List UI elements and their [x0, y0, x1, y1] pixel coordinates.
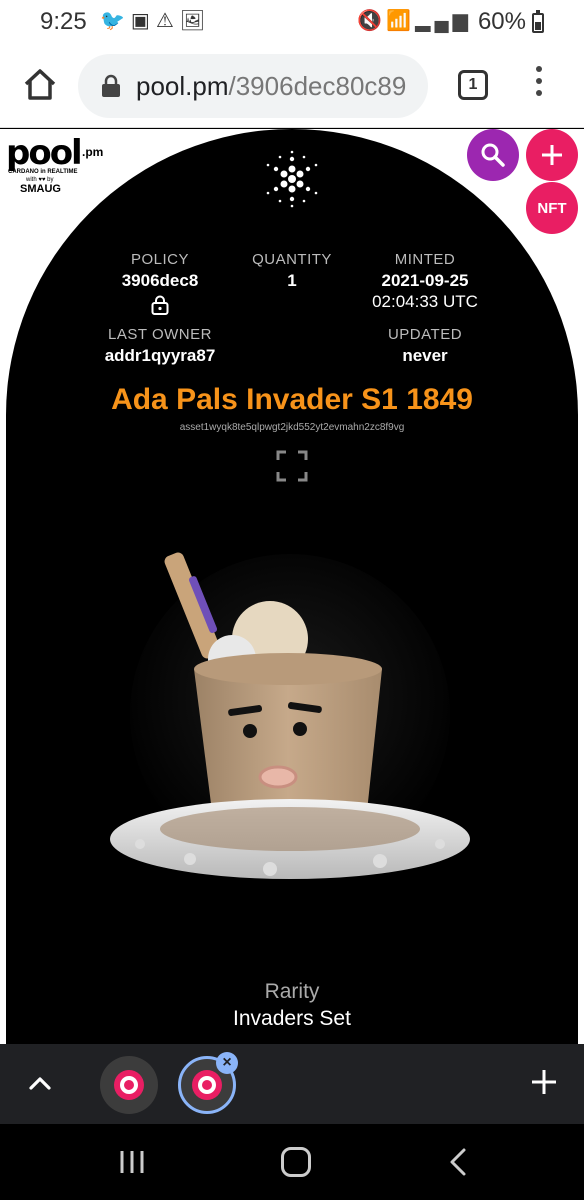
- signal-icon: ▂▄▆: [415, 10, 472, 32]
- url-path: /3906dec80c89: [228, 71, 407, 101]
- logo-partner: SMAUG: [20, 183, 61, 195]
- favicon-icon: [114, 1070, 144, 1100]
- plus-icon: [542, 145, 562, 165]
- back-icon[interactable]: [446, 1146, 470, 1178]
- updated-block: UPDATED never: [355, 326, 495, 366]
- owner-block: LAST OWNER addr1qyyra87: [80, 326, 240, 366]
- fullscreen-icon[interactable]: [276, 450, 308, 482]
- owner-value[interactable]: addr1qyyra87: [80, 345, 240, 366]
- home-nav-button[interactable]: [281, 1147, 311, 1177]
- page-content: pool .pm CARDANO in REALTIME with ♥♥ by …: [0, 129, 584, 1044]
- twitter-icon: 🐦: [100, 10, 131, 32]
- updated-label: UPDATED: [387, 326, 463, 343]
- policy-label: POLICY: [130, 251, 190, 268]
- policy-block: POLICY 3906dec8: [90, 251, 230, 315]
- tab-thumbnail[interactable]: [100, 1056, 158, 1114]
- owner-label: LAST OWNER: [108, 326, 212, 343]
- url-text: pool.pm/3906dec80c89: [136, 71, 406, 102]
- status-bar: 9:25 🐦▣⚠🖼 🔇📶▂▄▆ 60%: [0, 0, 584, 42]
- padlock-icon: [151, 295, 169, 315]
- favicon-icon: [192, 1070, 222, 1100]
- nft-image: [110, 552, 470, 879]
- policy-value[interactable]: 3906dec8: [90, 270, 230, 291]
- site-logo[interactable]: pool .pm CARDANO in REALTIME with ♥♥ by …: [6, 133, 116, 201]
- mute-icon: 🔇: [357, 10, 387, 32]
- quantity-label: QUANTITY: [252, 251, 332, 268]
- battery-icon: [532, 10, 544, 33]
- lock-icon: [102, 74, 120, 97]
- twitch-icon: ▣: [130, 10, 156, 32]
- minted-time: 02:04:33 UTC: [372, 292, 478, 311]
- image-icon: 🖼: [179, 10, 212, 32]
- add-button[interactable]: [526, 129, 578, 181]
- address-bar[interactable]: pool.pm/3906dec80c89: [78, 54, 428, 118]
- chevron-up-icon[interactable]: [26, 1070, 54, 1098]
- tab-strip: ×: [0, 1044, 584, 1124]
- status-time: 9:25: [40, 8, 87, 35]
- rarity-label: Rarity: [264, 980, 320, 1003]
- nft-button[interactable]: NFT: [526, 182, 578, 234]
- rarity-value: Invaders Set: [233, 1007, 351, 1030]
- quantity-block: QUANTITY 1: [232, 251, 352, 291]
- asset-title: Ada Pals Invader S1 1849: [111, 383, 473, 416]
- more-menu-icon[interactable]: [534, 66, 544, 102]
- minted-label: MINTED: [394, 251, 456, 268]
- home-icon[interactable]: [20, 64, 60, 104]
- url-domain: pool.pm: [136, 71, 229, 101]
- minted-date: 2021-09-25: [381, 271, 469, 290]
- battery-percent: 60%: [477, 8, 526, 35]
- search-button[interactable]: [467, 129, 519, 181]
- system-icons: 🔇📶▂▄▆: [357, 8, 472, 33]
- new-tab-icon[interactable]: [528, 1066, 560, 1098]
- logo-text: pool: [6, 133, 83, 173]
- logo-tagline: CARDANO in REALTIME: [8, 169, 78, 175]
- cardano-icon: [266, 150, 318, 208]
- browser-toolbar: pool.pm/3906dec80c89 1: [0, 42, 584, 128]
- wifi-icon: 📶: [386, 10, 416, 32]
- close-tab-icon[interactable]: ×: [216, 1052, 238, 1074]
- recent-apps-icon[interactable]: [118, 1148, 146, 1176]
- notification-icons: 🐦▣⚠🖼: [100, 8, 211, 33]
- search-icon: [481, 143, 505, 167]
- logo-suffix: .pm: [82, 145, 104, 159]
- tab-switcher-button[interactable]: 1: [458, 70, 488, 100]
- quantity-value: 1: [287, 271, 297, 290]
- alert-icon: ⚠: [155, 10, 180, 32]
- system-nav-bar: [0, 1124, 584, 1200]
- minted-block: MINTED 2021-09-25 02:04:33 UTC: [350, 251, 500, 312]
- asset-id[interactable]: asset1wyqk8te5qlpwgt2jkd552yt2evmahn2zc8…: [0, 422, 584, 433]
- updated-value: never: [402, 346, 448, 365]
